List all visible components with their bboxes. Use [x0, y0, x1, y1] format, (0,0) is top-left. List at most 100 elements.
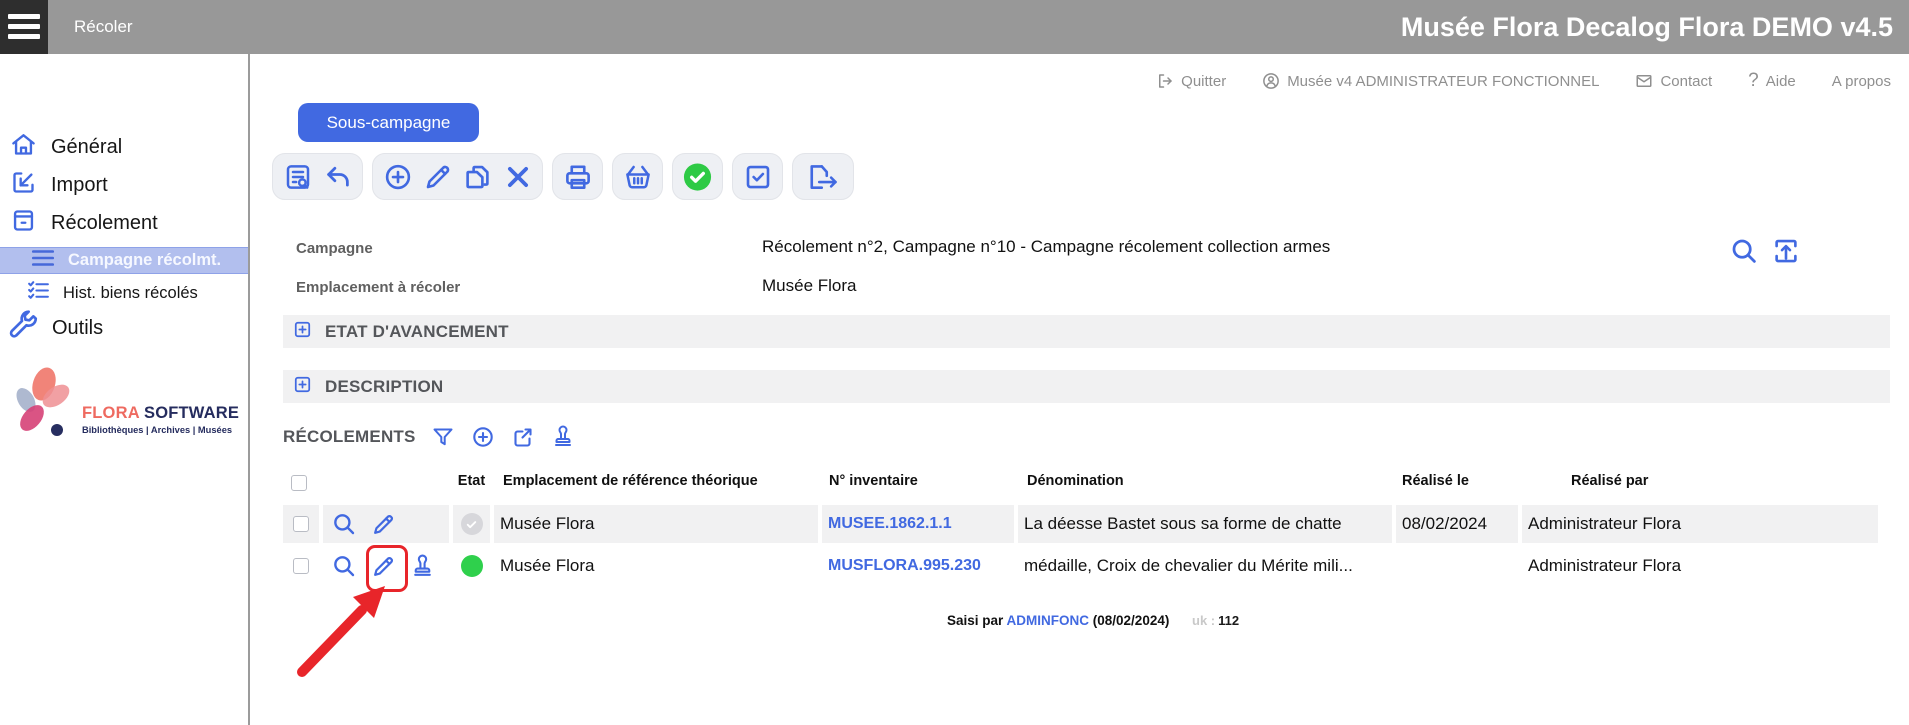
- sidebar-item-label: Récolement: [51, 212, 158, 235]
- sidebar-item-label: Général: [51, 136, 122, 159]
- basket-button[interactable]: [622, 161, 653, 192]
- add-recolement-icon[interactable]: [470, 424, 496, 450]
- stamp-row-icon[interactable]: [410, 554, 435, 579]
- logout-icon: [1156, 72, 1174, 90]
- sidebar-item-campagne-recolement[interactable]: Campagne récolmt.: [0, 247, 248, 274]
- add-button[interactable]: [382, 161, 413, 192]
- external-link-icon[interactable]: [510, 424, 536, 450]
- user-label: Musée v4 ADMINISTRATEUR FONCTIONNEL: [1287, 73, 1599, 90]
- expand-plus-icon: [293, 320, 312, 344]
- quit-link[interactable]: Quitter: [1156, 72, 1226, 90]
- sidebar-item-label: Outils: [52, 317, 103, 340]
- help-label: Aide: [1766, 73, 1796, 90]
- checklist-icon: [26, 278, 51, 308]
- menu-lines-icon: [30, 247, 56, 274]
- edit-row-icon[interactable]: [371, 512, 396, 537]
- app-title: Musée Flora Decalog Flora DEMO v4.5: [1401, 0, 1893, 54]
- inventaire-link[interactable]: MUSEE.1862.1.1: [828, 515, 952, 533]
- print-button[interactable]: [562, 161, 593, 192]
- sidebar-item-general[interactable]: Général: [0, 132, 248, 162]
- row-checkbox[interactable]: [293, 516, 309, 532]
- sidebar-item-outils[interactable]: Outils: [0, 312, 248, 344]
- search-campagne-button[interactable]: [1728, 235, 1760, 267]
- edit-button[interactable]: [422, 161, 453, 192]
- sidebar-item-hist-biens-recoles[interactable]: Hist. biens récolés: [0, 280, 248, 306]
- cell-denomination: médaille, Croix de chevalier du Mérite m…: [1018, 547, 1392, 585]
- inventaire-link[interactable]: MUSFLORA.995.230: [828, 557, 981, 575]
- toolbar: [272, 153, 854, 200]
- cell-realise-le: 08/02/2024: [1396, 505, 1518, 543]
- sidebar-item-import[interactable]: Import: [0, 170, 248, 200]
- record-id-info: uk :112: [1192, 613, 1239, 628]
- sidebar-item-recolement[interactable]: Récolement: [0, 208, 248, 238]
- flora-software-logo: FLORA SOFTWARE Bibliothèques | Archives …: [4, 366, 248, 451]
- section-etat-avancement[interactable]: ETAT D'AVANCEMENT: [283, 315, 1890, 348]
- sidebar-item-label: Import: [51, 174, 108, 197]
- recolements-header: RÉCOLEMENTS: [283, 424, 576, 450]
- help-icon: ?: [1748, 70, 1759, 92]
- open-record-button[interactable]: [1770, 235, 1802, 267]
- toolbar-group-print: [552, 153, 603, 200]
- column-header-emplacement: Emplacement de référence théorique: [503, 473, 758, 489]
- import-icon: [10, 169, 37, 201]
- user-links-bar: Quitter Musée v4 ADMINISTRATEUR FONCTION…: [1156, 70, 1891, 92]
- cell-realise-le: [1396, 547, 1518, 585]
- topbar: Récoler Musée Flora Decalog Flora DEMO v…: [0, 0, 1909, 54]
- logo-wordmark: FLORA SOFTWARE: [82, 404, 239, 423]
- wrench-icon: [6, 309, 40, 348]
- select-all-checkbox[interactable]: [291, 475, 307, 491]
- checkbox-select-button[interactable]: [742, 161, 773, 192]
- saisi-user-link[interactable]: ADMINFONC: [1007, 613, 1090, 628]
- expand-plus-icon: [293, 375, 312, 399]
- field-label-emplacement: Emplacement à récoler: [296, 279, 460, 296]
- validate-button[interactable]: [682, 161, 713, 192]
- toolbar-group-select: [732, 153, 783, 200]
- list-search-button[interactable]: [282, 161, 313, 192]
- flora-app: Récoler Musée Flora Decalog Flora DEMO v…: [0, 0, 1909, 725]
- about-label: A propos: [1832, 73, 1891, 90]
- annotation-highlight-box: [366, 545, 408, 592]
- section-title: ETAT D'AVANCEMENT: [325, 322, 509, 342]
- help-link[interactable]: ? Aide: [1748, 70, 1796, 92]
- butterfly-logo-icon: [4, 366, 80, 446]
- about-link[interactable]: A propos: [1832, 73, 1891, 90]
- tab-sous-campagne[interactable]: Sous-campagne: [298, 103, 479, 142]
- sidebar-item-label: Campagne récolmt.: [68, 251, 221, 270]
- column-header-inventaire: N° inventaire: [829, 473, 918, 489]
- cell-denomination: La déesse Bastet sous sa forme de chatte: [1018, 505, 1392, 543]
- column-header-realise-par: Réalisé par: [1571, 473, 1648, 489]
- export-button[interactable]: [802, 161, 844, 192]
- current-user[interactable]: Musée v4 ADMINISTRATEUR FONCTIONNEL: [1262, 72, 1599, 90]
- cell-realise-par: Administrateur Flora: [1522, 505, 1878, 543]
- column-header-realise-le: Réalisé le: [1402, 473, 1469, 489]
- toolbar-group-export: [792, 153, 854, 200]
- field-label-campagne: Campagne: [296, 240, 373, 257]
- view-row-icon[interactable]: [331, 511, 357, 537]
- section-title: DESCRIPTION: [325, 377, 443, 397]
- status-active-green-icon: [461, 555, 483, 577]
- logo-tagline: Bibliothèques | Archives | Musées: [82, 425, 232, 435]
- contact-label: Contact: [1660, 73, 1712, 90]
- field-value-emplacement: Musée Flora: [762, 276, 856, 296]
- contact-link[interactable]: Contact: [1635, 72, 1712, 90]
- user-icon: [1262, 72, 1280, 90]
- status-done-gray-icon: [461, 513, 483, 535]
- column-header-denomination: Dénomination: [1027, 473, 1124, 489]
- mail-icon: [1635, 72, 1653, 90]
- quit-label: Quitter: [1181, 73, 1226, 90]
- filter-icon[interactable]: [430, 424, 456, 450]
- cell-emplacement: Musée Flora: [494, 505, 818, 543]
- row-checkbox[interactable]: [293, 558, 309, 574]
- delete-button[interactable]: [502, 161, 533, 192]
- cell-emplacement: Musée Flora: [494, 547, 818, 585]
- undo-button[interactable]: [322, 161, 353, 192]
- sidebar-item-label: Hist. biens récolés: [63, 284, 198, 303]
- toolbar-group-navigation: [272, 153, 363, 200]
- hamburger-menu-icon[interactable]: [0, 0, 48, 54]
- stamp-icon[interactable]: [550, 424, 576, 450]
- view-row-icon[interactable]: [331, 553, 357, 579]
- column-header-etat: Etat: [453, 473, 490, 489]
- module-label: Récoler: [74, 0, 133, 54]
- section-description[interactable]: DESCRIPTION: [283, 370, 1890, 403]
- copy-button[interactable]: [462, 161, 493, 192]
